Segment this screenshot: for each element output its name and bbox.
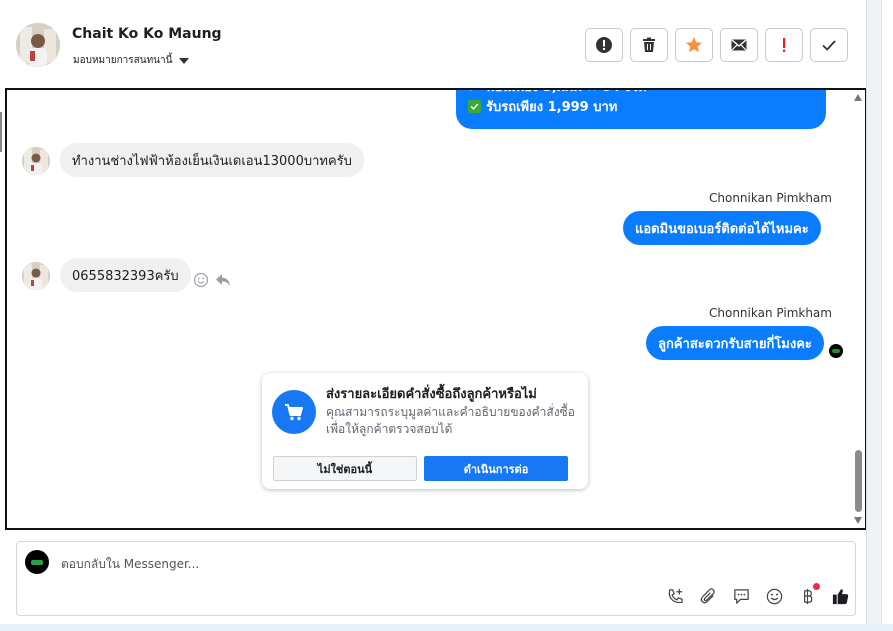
speech-bubble-icon <box>733 588 749 604</box>
phone-add-icon <box>668 588 683 603</box>
composer-area <box>0 530 866 631</box>
star-icon <box>686 37 702 53</box>
spam-button[interactable] <box>585 28 623 62</box>
assign-conversation-dropdown[interactable]: มอบหมายการสนทนานี้ <box>73 53 190 68</box>
trash-icon <box>643 37 655 52</box>
not-now-button[interactable]: ไม่ใช่ตอนนี้ <box>273 456 417 481</box>
reply-input[interactable] <box>61 554 661 574</box>
promo-line-2: รับรถเพียง 1,999 บาท <box>468 96 814 116</box>
delete-button[interactable] <box>630 28 668 62</box>
message-bubble-outgoing[interactable]: ลูกค้าสะดวกรับสายกี่โมงคะ <box>646 326 824 360</box>
composer-toolbar <box>665 583 850 606</box>
order-prompt-title: ส่งรายละเอียดคำสั่งซื้อถึงลูกค้าหรือไม่ <box>326 387 537 402</box>
conversation-header: Chait Ko Ko Maung มอบหมายการสนทนานี้ <box>0 0 866 88</box>
sender-name: Chonnikan Pimkham <box>709 191 832 205</box>
contact-avatar-small[interactable] <box>22 262 50 290</box>
alert-circle-icon <box>596 37 612 53</box>
caret-down-icon <box>179 57 190 64</box>
scroll-down-arrow-icon[interactable] <box>854 517 862 524</box>
like-button[interactable] <box>830 586 850 606</box>
page-avatar <box>25 550 49 574</box>
saved-replies-button[interactable] <box>731 586 751 606</box>
message-bubble-outgoing[interactable]: แอดมินขอเบอร์ติดต่อได้ไหมคะ <box>623 211 821 245</box>
conversation-toolbar <box>585 28 848 62</box>
scroll-thumb[interactable] <box>855 450 862 512</box>
thread-scrollbar[interactable] <box>851 90 865 528</box>
contact-avatar-small[interactable] <box>22 147 50 175</box>
messenger-inbox: Chait Ko Ko Maung มอบหมายการสนทนานี้ รับ… <box>0 0 893 631</box>
call-button[interactable] <box>665 586 685 606</box>
message-actions <box>193 272 231 288</box>
assign-label: มอบหมายการสนทนานี้ <box>73 55 173 66</box>
continue-button[interactable]: ดำเนินการต่อ <box>424 456 568 481</box>
message-bubble-outgoing-promo[interactable]: ผ่อนเพียง 3,xxx × 84 งวด รับรถเพียง 1,99… <box>456 90 826 129</box>
checkmark-icon <box>822 40 836 51</box>
promo-text-2: รับรถเพียง 1,999 บาท <box>486 99 618 115</box>
left-edge-divider <box>0 112 2 152</box>
smiley-react-icon[interactable] <box>193 272 209 288</box>
reply-arrow-icon[interactable] <box>215 272 231 288</box>
contact-name[interactable]: Chait Ko Ko Maung <box>72 26 222 42</box>
sender-name: Chonnikan Pimkham <box>709 306 832 320</box>
attach-button[interactable] <box>698 586 718 606</box>
star-button[interactable] <box>675 28 713 62</box>
exclamation-icon <box>783 38 786 52</box>
right-side-panel-edge <box>866 0 893 631</box>
reply-composer <box>16 541 856 616</box>
message-bubble-incoming[interactable]: 0655832393ครับ <box>60 258 191 292</box>
envelope-icon <box>731 39 747 51</box>
message-bubble-incoming[interactable]: ทำงานช่างไฟฟ้าห้องเย็นเงินเดเอน13000บาทค… <box>60 143 364 177</box>
notification-dot <box>813 583 820 590</box>
payment-button[interactable] <box>797 583 820 606</box>
emoji-button[interactable] <box>764 586 784 606</box>
done-button[interactable] <box>810 28 848 62</box>
mark-unread-button[interactable] <box>720 28 758 62</box>
check-box-icon <box>468 99 481 113</box>
contact-avatar[interactable] <box>16 23 60 67</box>
message-thread[interactable]: ผ่อนเพียง 3,xxx × 84 งวด รับรถเพียง 1,99… <box>5 88 867 530</box>
important-button[interactable] <box>765 28 803 62</box>
seen-indicator <box>829 344 843 358</box>
shopping-cart-icon <box>272 390 316 434</box>
order-prompt-description: คุณสามารถระบุมูลค่าและคำอธิบายของคำสั่งซ… <box>326 405 575 436</box>
paperclip-icon <box>700 587 715 603</box>
smiley-icon <box>766 588 782 604</box>
bottom-window-edge <box>0 624 893 631</box>
thumbs-up-icon <box>832 588 848 604</box>
scroll-up-arrow-icon[interactable] <box>854 94 862 101</box>
order-details-prompt: ส่งรายละเอียดคำสั่งซื้อถึงลูกค้าหรือไม่ … <box>262 373 588 489</box>
pushpin-icon <box>469 90 473 92</box>
